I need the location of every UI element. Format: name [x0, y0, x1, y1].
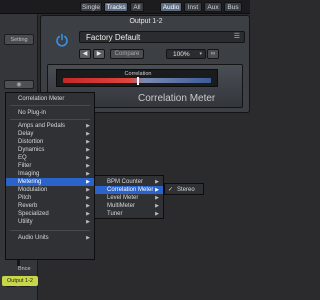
plugin-title: Output 1-2	[129, 18, 163, 25]
chevron-right-icon: ▶	[86, 139, 90, 145]
chevron-right-icon: ▶	[86, 219, 90, 225]
chevron-right-icon: ▶	[86, 203, 90, 209]
menu-item-imaging[interactable]: Imaging ▶	[6, 170, 94, 178]
menu-item-metering[interactable]: Metering ▶	[6, 178, 94, 186]
tab-inst[interactable]: Inst	[184, 2, 202, 12]
checkmark-icon: ✓	[168, 187, 174, 193]
view-tab-bar: Single Tracks All Audio Inst Aux Bus	[0, 0, 250, 14]
power-icon[interactable]	[55, 33, 69, 47]
preset-field[interactable]: Factory Default ☰	[79, 31, 245, 43]
meter-indicator	[137, 77, 139, 85]
menu-item-eq[interactable]: EQ ▶	[6, 154, 94, 162]
chevron-right-icon: ▶	[155, 211, 159, 217]
tab-audio[interactable]: Audio	[160, 2, 182, 12]
setting-button[interactable]: Setting	[4, 34, 34, 45]
menu-item-modulation[interactable]: Modulation ▶	[6, 186, 94, 194]
tab-all[interactable]: All	[130, 2, 144, 12]
menu-separator	[10, 119, 90, 120]
preset-name: Factory Default	[86, 33, 141, 42]
chevron-right-icon: ▶	[86, 131, 90, 137]
menu-item-delay[interactable]: Delay ▶	[6, 130, 94, 138]
menu-item-reverb[interactable]: Reverb ▶	[6, 202, 94, 210]
menu-item-bpm-counter[interactable]: BPM Counter ▶	[95, 178, 163, 186]
correlation-meter: Correlation	[56, 69, 218, 87]
chevron-right-icon: ▶	[86, 163, 90, 169]
chevron-right-icon: ▶	[86, 147, 90, 153]
output-badge[interactable]: Output 1-2	[2, 276, 38, 286]
compare-button[interactable]: Compare	[110, 49, 144, 59]
chevron-right-icon: ▶	[155, 195, 159, 201]
chevron-right-icon: ▶	[86, 123, 90, 129]
menu-item-no-plugin[interactable]: No Plug-in	[6, 109, 94, 117]
menu-item-level-meter[interactable]: Level Meter ▶	[95, 194, 163, 202]
chevron-updown-icon: ▾	[199, 51, 202, 57]
chevron-right-icon: ▶	[86, 179, 90, 185]
chevron-right-icon: ▶	[86, 187, 90, 193]
menu-item-audio-units[interactable]: Audio Units ▶	[6, 234, 94, 242]
chevron-right-icon: ▶	[86, 235, 90, 241]
correlation-submenu: ✓ Stereo	[164, 183, 204, 195]
chevron-right-icon: ▶	[155, 187, 159, 193]
menu-item-stereo[interactable]: ✓ Stereo	[165, 186, 203, 194]
chevron-right-icon: ▶	[155, 203, 159, 209]
menu-item-pitch[interactable]: Pitch ▶	[6, 194, 94, 202]
menu-item-utility[interactable]: Utility ▶	[6, 218, 94, 226]
zoom-value: 100%	[173, 51, 190, 58]
metering-submenu: BPM Counter ▶ Correlation Meter ▶ Level Me…	[94, 175, 164, 219]
meter-title: Correlation Meter	[138, 93, 216, 104]
menu-item-specialized[interactable]: Specialized ▶	[6, 210, 94, 218]
chevron-right-icon: ▶	[155, 179, 159, 185]
tab-single[interactable]: Single	[80, 2, 102, 12]
zoom-select[interactable]: 100% ▾	[166, 49, 206, 59]
menu-separator	[10, 105, 90, 106]
list-icon[interactable]: ☰	[234, 32, 240, 40]
menu-item-dynamics[interactable]: Dynamics ▶	[6, 146, 94, 154]
previous-preset-button[interactable]: ◀	[79, 49, 91, 59]
tab-aux[interactable]: Aux	[204, 2, 222, 12]
menu-item-distortion[interactable]: Distortion ▶	[6, 138, 94, 146]
eq-thumbnail[interactable]: ◉	[4, 80, 34, 89]
chevron-right-icon: ▶	[86, 211, 90, 217]
link-icon[interactable]: ∞	[207, 49, 219, 59]
menu-item-tuner[interactable]: Tuner ▶	[95, 210, 163, 218]
tab-tracks[interactable]: Tracks	[104, 2, 128, 12]
menu-item-multimeter[interactable]: MultiMeter ▶	[95, 202, 163, 210]
plugin-menu: Correlation Meter No Plug-in Amps and Pe…	[5, 92, 95, 260]
menu-separator	[10, 230, 90, 231]
menu-item-correlation-meter[interactable]: Correlation Meter ▶	[95, 186, 163, 194]
menu-item-current[interactable]: Correlation Meter	[6, 95, 94, 103]
chevron-right-icon: ▶	[86, 155, 90, 161]
bounce-label: Bnce	[18, 266, 31, 272]
tab-bus[interactable]: Bus	[224, 2, 242, 12]
chevron-right-icon: ▶	[86, 171, 90, 177]
next-preset-button[interactable]: ▶	[93, 49, 105, 59]
chevron-right-icon: ▶	[86, 195, 90, 201]
menu-item-filter[interactable]: Filter ▶	[6, 162, 94, 170]
menu-item-amps[interactable]: Amps and Pedals ▶	[6, 122, 94, 130]
